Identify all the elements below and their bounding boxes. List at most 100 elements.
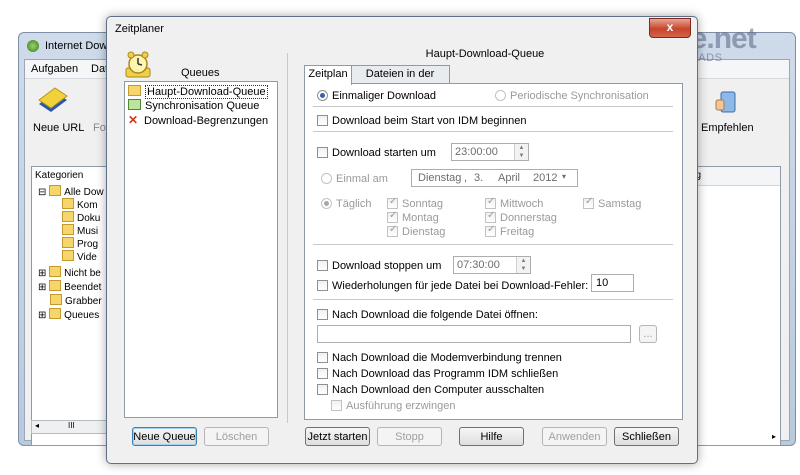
schedule-panel: Einmaliger Download Periodische Synchron… [304, 83, 683, 420]
radio-indicator [317, 90, 328, 101]
new-url-label[interactable]: Neue URL [33, 122, 84, 134]
scheduler-dialog: Zeitplaner x Queues Haupt-Download-Queue… [106, 16, 698, 464]
checkbox-box [387, 224, 398, 237]
menu-aufgaben[interactable]: Aufgaben [31, 63, 78, 75]
browse-button[interactable]: ... [639, 325, 657, 343]
checkbox-stop-at[interactable]: Download stoppen um [317, 260, 441, 272]
folder-icon [62, 224, 74, 235]
radio-daily[interactable]: Täglich [321, 198, 371, 210]
queue-item-limits[interactable]: ✕ Download-Begrenzungen [128, 113, 268, 127]
radio-single-download[interactable]: Einmaliger Download [317, 90, 436, 102]
tab-queue-files[interactable]: Dateien in der Queue [350, 65, 450, 97]
idm-globe-icon [27, 40, 39, 52]
checkbox-box [317, 115, 328, 126]
recommend-icon[interactable] [713, 88, 743, 116]
apply-button[interactable]: Anwenden [542, 427, 607, 446]
stop-button[interactable]: Stopp [377, 427, 442, 446]
stepper-arrows[interactable]: ▲ ▼ [516, 257, 530, 273]
checkbox-box [331, 400, 342, 411]
arrow-down-icon: ▼ [518, 153, 525, 159]
file-path-input[interactable] [317, 325, 631, 343]
close-icon[interactable]: x [649, 18, 691, 38]
checkbox-retries[interactable]: Wiederholungen für jede Datei bei Downlo… [317, 280, 588, 292]
checkbox-box [485, 210, 496, 223]
folder-icon [128, 85, 141, 96]
checkbox-box [583, 196, 594, 209]
queue-item-sync[interactable]: Synchronisation Queue [128, 99, 259, 112]
separator [313, 106, 673, 107]
category-row[interactable]: Grabber [50, 294, 102, 307]
category-row[interactable]: ⊞ Nicht be [38, 266, 101, 279]
checkbox-shutdown[interactable]: Nach Download den Computer ausschalten [317, 384, 544, 396]
radio-periodic-sync[interactable]: Periodische Synchronisation [495, 90, 649, 102]
dropdown-chevron-icon[interactable]: ▾ [562, 172, 566, 181]
toolbar-fo-label[interactable]: Fo [93, 122, 106, 134]
queue-item-main[interactable]: Haupt-Download-Queue [128, 85, 268, 99]
checkbox-start-with-idm[interactable]: Download beim Start von IDM beginnen [317, 115, 526, 127]
downloads-list: ng ▸ [687, 166, 781, 446]
grabber-icon [50, 294, 62, 305]
day-monday[interactable]: Montag [387, 210, 439, 224]
checkbox-force[interactable]: Ausführung erzwingen [331, 400, 455, 412]
help-button[interactable]: Hilfe [459, 427, 524, 446]
new-url-icon[interactable] [37, 86, 69, 116]
day-saturday[interactable]: Samstag [583, 196, 641, 210]
radio-once-on[interactable]: Einmal am [321, 173, 388, 185]
arrow-down-icon: ▼ [520, 266, 527, 272]
stop-time-stepper[interactable]: 07:30:00 ▲ ▼ [453, 256, 531, 274]
categories-scrollbar[interactable]: ◂ III [31, 420, 118, 434]
category-row[interactable]: ⊞ Beendet [38, 280, 101, 293]
scroll-right-icon[interactable]: ▸ [772, 432, 776, 441]
vertical-divider [287, 53, 288, 423]
checkbox-box [387, 210, 398, 223]
close-button[interactable]: Schließen [614, 427, 679, 446]
day-sunday[interactable]: Sonntag [387, 196, 443, 210]
dialog-title: Zeitplaner [115, 23, 164, 35]
recommend-label[interactable]: Empfehlen [701, 122, 754, 134]
scroll-grip[interactable]: III [68, 421, 75, 430]
new-queue-button[interactable]: Neue Queue [132, 427, 197, 446]
separator [313, 299, 673, 300]
queue-title: Haupt-Download-Queue [425, 48, 545, 60]
checkbox-exit-idm[interactable]: Nach Download das Programm IDM schließen [317, 368, 558, 380]
checkbox-box [317, 147, 328, 158]
folder-icon [49, 266, 62, 277]
category-row[interactable]: ⊟ Alle Dow [38, 185, 104, 198]
checkbox-box [317, 384, 328, 395]
stepper-arrows[interactable]: ▲ ▼ [514, 144, 528, 160]
folder-icon [49, 280, 62, 291]
downloads-list-header: ng [688, 167, 780, 186]
checkbox-hangup-modem[interactable]: Nach Download die Modemverbindung trenne… [317, 352, 562, 364]
category-row[interactable]: Vide [62, 250, 97, 263]
checkbox-box [317, 309, 328, 320]
scroll-left-icon[interactable]: ◂ [35, 421, 39, 430]
category-row[interactable]: ⊞ Queues [38, 308, 99, 321]
checkbox-box [317, 352, 328, 363]
separator [313, 244, 673, 245]
start-time-stepper[interactable]: 23:00:00 ▲ ▼ [451, 143, 529, 161]
checkbox-open-file[interactable]: Nach Download die folgende Datei öffnen: [317, 309, 538, 321]
arrow-up-icon: ▲ [520, 258, 527, 264]
day-tuesday[interactable]: Dienstag [387, 224, 445, 238]
retries-input[interactable]: 10 [591, 274, 634, 292]
sync-folder-icon [128, 99, 141, 110]
checkbox-start-at[interactable]: Download starten um [317, 147, 436, 159]
folder-icon [49, 185, 62, 196]
category-row[interactable]: Doku [62, 211, 100, 224]
queues-label: Queues [181, 67, 220, 79]
category-row[interactable]: Prog [62, 237, 98, 250]
date-picker[interactable]: Dienstag , 3. April 2012 ▾ [411, 169, 578, 187]
delete-queue-button[interactable]: Löschen [204, 427, 269, 446]
day-friday[interactable]: Freitag [485, 224, 534, 238]
start-now-button[interactable]: Jetzt starten [305, 427, 370, 446]
radio-indicator [495, 90, 506, 101]
category-row[interactable]: Kom [62, 198, 98, 211]
tab-schedule[interactable]: Zeitplan [304, 65, 352, 85]
day-thursday[interactable]: Donnerstag [485, 210, 557, 224]
day-wednesday[interactable]: Mittwoch [485, 196, 543, 210]
folder-icon [62, 198, 74, 209]
category-row[interactable]: Musi [62, 224, 98, 237]
checkbox-box [317, 280, 328, 291]
folder-icon [62, 250, 74, 261]
checkbox-box [317, 368, 328, 379]
